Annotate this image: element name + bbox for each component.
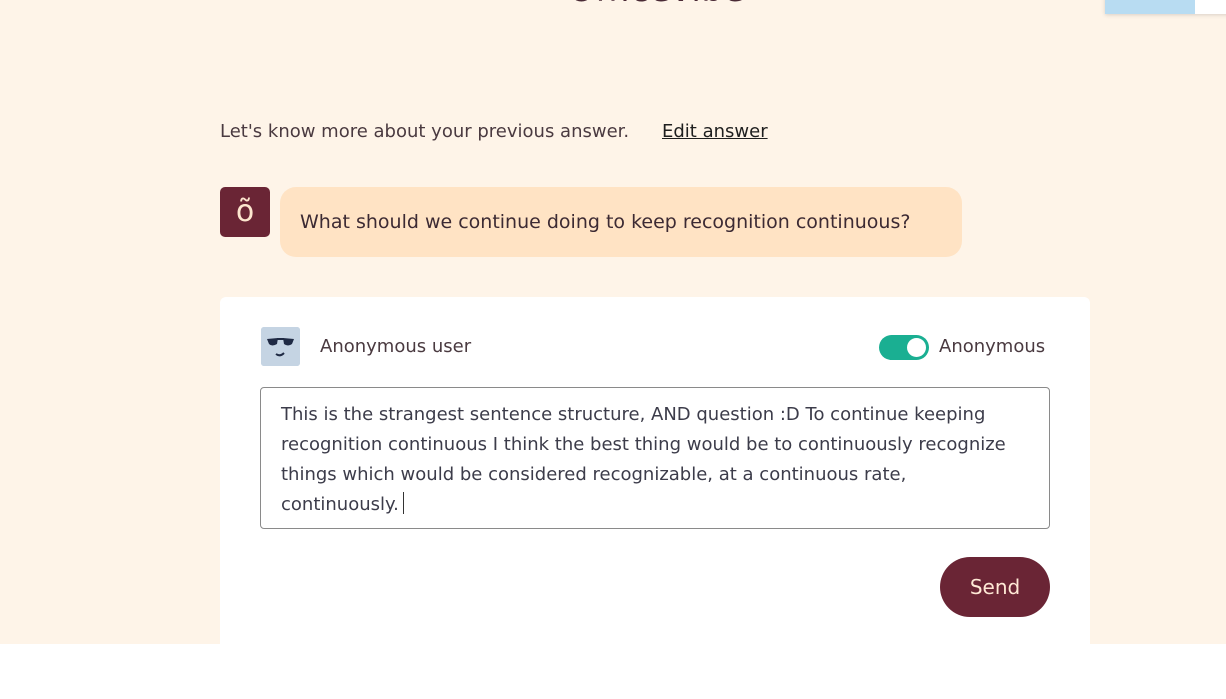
send-button[interactable]: Send (940, 557, 1050, 617)
answer-card: Anonymous user Anonymous This is the str… (220, 297, 1090, 644)
officevibe-avatar: õ (220, 187, 270, 237)
corner-widget[interactable] (1105, 0, 1226, 14)
text-caret (402, 492, 404, 514)
brand-logo: Officevibe (568, 0, 745, 10)
answer-textarea[interactable]: This is the strangest sentence structure… (260, 387, 1050, 529)
edit-answer-link[interactable]: Edit answer (662, 120, 768, 144)
user-name: Anonymous user (320, 336, 472, 357)
question-text: What should we continue doing to keep re… (300, 211, 911, 233)
survey-page: Officevibe Let's know more about your pr… (0, 0, 1226, 644)
toggle-knob (907, 338, 926, 357)
anonymous-toggle-label: Anonymous (939, 336, 1046, 357)
prompt-text: Let's know more about your previous answ… (220, 121, 630, 142)
anonymous-user-avatar-icon (261, 327, 300, 366)
question-bubble: What should we continue doing to keep re… (280, 187, 962, 257)
answer-text: This is the strangest sentence structure… (281, 404, 1006, 515)
anonymous-toggle[interactable] (879, 335, 929, 360)
corner-widget-button[interactable] (1105, 0, 1195, 14)
bottom-strip (0, 644, 1226, 699)
